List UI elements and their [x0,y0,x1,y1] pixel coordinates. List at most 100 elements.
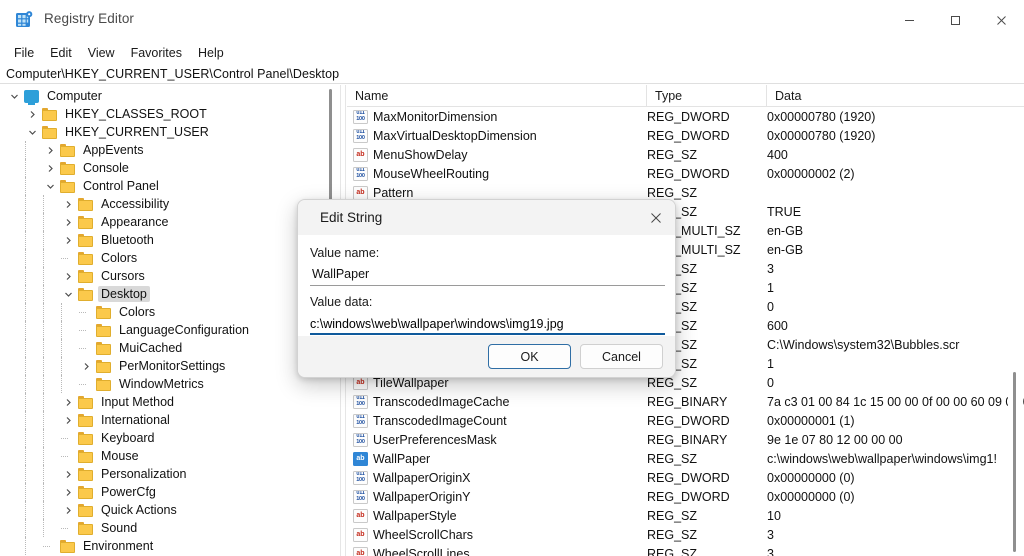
tree-item-international[interactable]: International [0,411,340,429]
address-bar[interactable]: Computer\HKEY_CURRENT_USER\Control Panel… [0,64,1024,84]
chevron-right-icon[interactable] [60,465,76,483]
tree-item-permonitorsettings[interactable]: PerMonitorSettings [0,357,340,375]
tree-guide-line [25,483,26,501]
tree-item-label: Colors [101,251,138,265]
chevron-down-icon[interactable] [24,123,40,141]
registry-tree-pane: Computer HKEY_CLASSES_ROOT HKEY_CURRENT_US… [0,85,340,556]
tree-item-appevents[interactable]: AppEvents [0,141,340,159]
table-row[interactable]: ab WallPaper REG_SZ c:\windows\web\wallpape… [347,449,1024,468]
value-data-cell: 3 [767,546,774,556]
list-scrollbar[interactable] [1008,107,1022,556]
chevron-right-icon[interactable] [60,231,76,249]
tree-item-sound[interactable]: Sound [0,519,340,537]
chevron-right-icon[interactable] [60,393,76,411]
tree-item-bluetooth[interactable]: Bluetooth [0,231,340,249]
tree-item-desktop[interactable]: Desktop [0,285,340,303]
minimize-button[interactable] [886,0,932,40]
tree-item-label: Keyboard [101,431,155,445]
tree-guide-line [25,213,26,231]
value-name-text: MouseWheelRouting [373,166,490,181]
table-row[interactable]: ab WheelScrollChars REG_SZ 3 [347,525,1024,544]
dword-value-icon: 011 100 [353,128,368,143]
value-data-cell: 0x00000000 (0) [767,470,855,485]
tree-item-computer[interactable]: Computer [0,87,340,105]
chevron-right-icon[interactable] [60,483,76,501]
string-value-icon: ab [353,546,368,556]
dialog-title: Edit String [320,210,383,225]
chevron-right-icon[interactable] [60,195,76,213]
ok-button[interactable]: OK [488,344,571,369]
column-header-type[interactable]: Type [647,85,767,107]
chevron-right-icon[interactable] [24,105,40,123]
column-header-name[interactable]: Name [347,85,647,107]
table-row[interactable]: ab WallpaperStyle REG_SZ 10 [347,506,1024,525]
tree-guide-line [25,447,26,465]
menu-item-help[interactable]: Help [190,44,232,63]
maximize-button[interactable] [932,0,978,40]
value-data-cell: 10 [767,508,781,523]
folder-icon [58,159,76,177]
tree-item-control-panel[interactable]: Control Panel [0,177,340,195]
window-titlebar: Registry Editor [0,0,1024,40]
menu-item-view[interactable]: View [80,44,123,63]
chevron-down-icon[interactable] [6,87,22,105]
tree-item-mouse[interactable]: Mouse [0,447,340,465]
table-row[interactable]: ab WheelScrollLines REG_SZ 3 [347,544,1024,556]
value-data-input[interactable]: c:\windows\web\wallpaper\windows\img19.j… [310,313,665,335]
menu-item-edit[interactable]: Edit [42,44,80,63]
table-row[interactable]: 011 100 TranscodedImageCache REG_BINARY 7a c… [347,392,1024,411]
list-scrollbar-thumb[interactable] [1013,372,1016,552]
tree-guide-line [43,303,44,321]
tree-guide-line [43,429,44,447]
table-row[interactable]: 011 100 UserPreferencesMask REG_BINARY 9e 1e… [347,430,1024,449]
chevron-down-icon[interactable] [60,285,76,303]
table-row[interactable]: 011 100 MouseWheelRouting REG_DWORD 0x000000… [347,164,1024,183]
column-header-data[interactable]: Data [767,85,1024,107]
tree-item-windowmetrics[interactable]: WindowMetrics [0,375,340,393]
table-row[interactable]: 011 100 MaxVirtualDesktopDimension REG_DWOR… [347,126,1024,145]
chevron-right-icon[interactable] [60,213,76,231]
tree-item-environment[interactable]: Environment [0,537,340,555]
tree-item-quick-actions[interactable]: Quick Actions [0,501,340,519]
chevron-right-icon[interactable] [60,501,76,519]
tree-guide-stub [79,384,86,385]
tree-item-hkey-classes-root[interactable]: HKEY_CLASSES_ROOT [0,105,340,123]
tree-item-personalization[interactable]: Personalization [0,465,340,483]
dword-value-icon: 011 100 [353,109,368,124]
tree-guide-line [25,429,26,447]
table-row[interactable]: 011 100 TranscodedImageCount REG_DWORD 0x000… [347,411,1024,430]
table-row[interactable]: 011 100 WallpaperOriginX REG_DWORD 0x0000000… [347,468,1024,487]
tree-item-cursors[interactable]: Cursors [0,267,340,285]
close-button[interactable] [978,0,1024,40]
tree-guide-line [43,501,44,519]
tree-item-keyboard[interactable]: Keyboard [0,429,340,447]
table-row[interactable]: ab MenuShowDelay REG_SZ 400 [347,145,1024,164]
folder-icon [76,249,94,267]
tree-item-colors[interactable]: Colors [0,303,340,321]
tree-item-colors[interactable]: Colors [0,249,340,267]
table-row[interactable]: 011 100 WallpaperOriginY REG_DWORD 0x0000000… [347,487,1024,506]
tree-item-powercfg[interactable]: PowerCfg [0,483,340,501]
value-name-input[interactable] [310,264,665,286]
tree-item-muicached[interactable]: MuiCached [0,339,340,357]
chevron-right-icon[interactable] [42,141,58,159]
tree-item-hkey-current-user[interactable]: HKEY_CURRENT_USER [0,123,340,141]
chevron-right-icon[interactable] [78,357,94,375]
chevron-right-icon[interactable] [60,411,76,429]
menu-item-favorites[interactable]: Favorites [123,44,190,63]
tree-item-label: Environment [83,539,154,553]
tree-item-accessibility[interactable]: Accessibility [0,195,340,213]
tree-item-input-method[interactable]: Input Method [0,393,340,411]
dialog-close-button[interactable] [635,200,675,235]
menu-item-file[interactable]: File [6,44,42,63]
chevron-right-icon[interactable] [60,267,76,285]
tree-item-languageconfiguration[interactable]: LanguageConfiguration [0,321,340,339]
tree-guide-stub [61,438,68,439]
chevron-down-icon[interactable] [42,177,58,195]
cancel-button[interactable]: Cancel [580,344,663,369]
tree-item-appearance[interactable]: Appearance [0,213,340,231]
dialog-body: Value name: Value data: c:\windows\web\w… [298,235,675,338]
table-row[interactable]: 011 100 MaxMonitorDimension REG_DWORD 0x0000… [347,107,1024,126]
tree-item-console[interactable]: Console [0,159,340,177]
chevron-right-icon[interactable] [42,159,58,177]
